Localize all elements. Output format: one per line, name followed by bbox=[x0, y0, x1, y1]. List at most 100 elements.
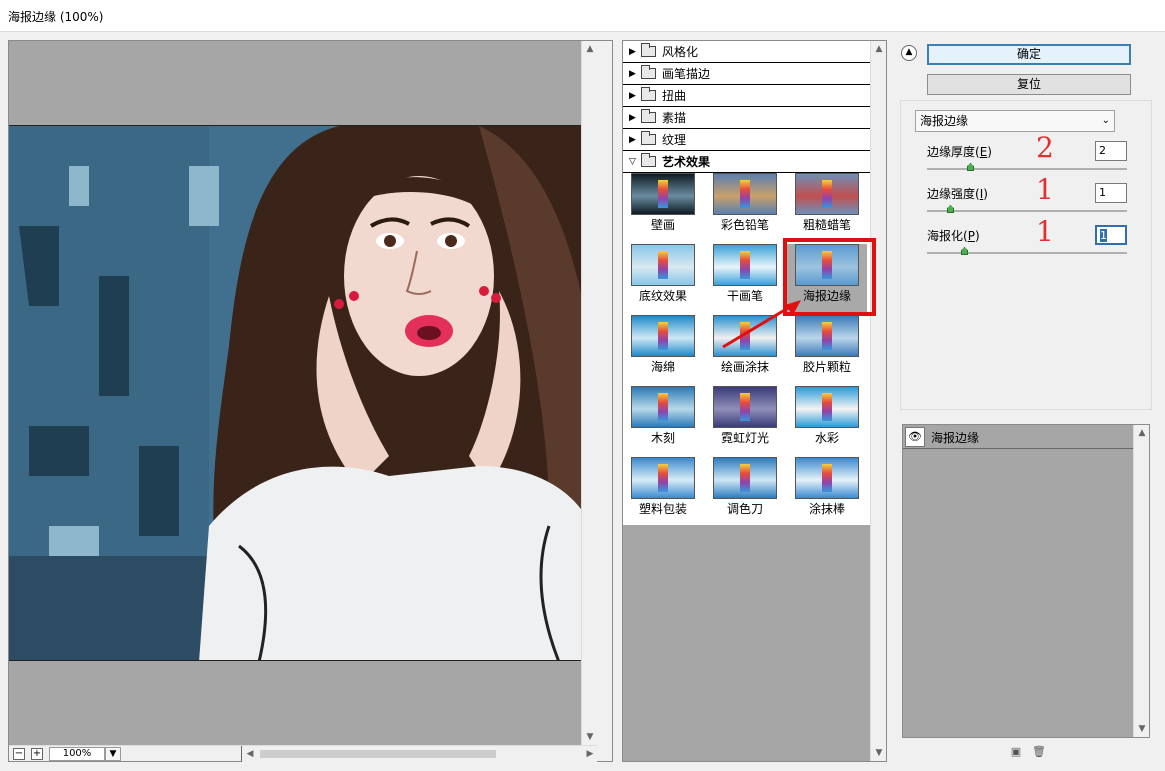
param-slider[interactable] bbox=[927, 247, 1127, 255]
folder-icon bbox=[641, 43, 656, 57]
filter-thumbnail[interactable]: 粗糙蜡笔 bbox=[787, 173, 867, 243]
scroll-down-icon[interactable]: ▼ bbox=[871, 745, 887, 761]
param-annotation: 2 bbox=[1036, 131, 1054, 164]
filter-thumbnail-label: 霓虹灯光 bbox=[720, 431, 769, 445]
param-annotation: 1 bbox=[1036, 215, 1054, 248]
param-label: 边缘强度(I) bbox=[927, 187, 988, 201]
filter-category[interactable]: ▽ 艺术效果 bbox=[623, 151, 871, 173]
folder-icon bbox=[641, 87, 656, 101]
new-layer-icon[interactable]: ▣ bbox=[1010, 746, 1022, 758]
filter-thumbnail[interactable]: 壁画 bbox=[623, 173, 703, 243]
filter-thumbnail-label: 海绵 bbox=[650, 360, 675, 374]
filter-thumbnail-label: 壁画 bbox=[650, 218, 675, 232]
filter-preview-image bbox=[631, 173, 695, 215]
effect-layer[interactable]: 👁 海报边缘 bbox=[903, 425, 1135, 449]
zoom-level[interactable]: 100% bbox=[49, 747, 105, 761]
filter-gallery: ▶ 风格化 ▶ 画笔描边 ▶ 扭曲 ▶ 素描 ▶ 纹理 ▽ 艺术效果 壁画 彩色铅笔 粗糙蜡笔 底纹效果 干画… bbox=[622, 40, 887, 762]
triangle-right-icon[interactable]: ▶ bbox=[629, 69, 641, 79]
param-input[interactable]: 2 bbox=[1095, 141, 1127, 161]
eye-icon[interactable]: 👁 bbox=[905, 427, 925, 447]
effect-layers-panel: 👁 海报边缘 ▲ ▼ bbox=[902, 424, 1150, 738]
triangle-right-icon[interactable]: ▶ bbox=[629, 113, 641, 123]
param-input[interactable]: 1 bbox=[1095, 225, 1127, 245]
filter-preview-image bbox=[713, 244, 777, 286]
filter-category[interactable]: ▶ 画笔描边 bbox=[623, 63, 871, 85]
filter-thumbnail-label: 塑料包装 bbox=[638, 502, 687, 516]
filter-category[interactable]: ▶ 扭曲 bbox=[623, 85, 871, 107]
filter-category[interactable]: ▶ 纹理 bbox=[623, 129, 871, 151]
filter-preview-image bbox=[631, 386, 695, 428]
zoom-in-button[interactable]: + bbox=[31, 748, 43, 760]
filter-thumbnail[interactable]: 霓虹灯光 bbox=[705, 386, 785, 456]
chevron-down-icon: ⌄ bbox=[1101, 115, 1110, 126]
filter-thumbnail[interactable]: 海绵 bbox=[623, 315, 703, 385]
preview-canvas[interactable]: ▲ ▼ bbox=[9, 41, 597, 745]
filter-preview-image bbox=[795, 386, 859, 428]
ok-button[interactable]: 确定 bbox=[927, 44, 1131, 65]
filter-thumbnail[interactable]: 涂抹棒 bbox=[787, 457, 867, 527]
filter-category[interactable]: ▶ 素描 bbox=[623, 107, 871, 129]
param-slider[interactable] bbox=[927, 163, 1127, 171]
filter-category[interactable]: ▶ 风格化 bbox=[623, 41, 871, 63]
param-label: 海报化(P) bbox=[927, 229, 980, 243]
collapse-icon[interactable]: ▲ bbox=[901, 45, 917, 61]
param-input[interactable]: 1 bbox=[1095, 183, 1127, 203]
filter-thumbnail-label: 粗糙蜡笔 bbox=[802, 218, 851, 232]
window-title: 海报边缘 (100%) bbox=[8, 10, 104, 24]
preview-hscroll[interactable]: ◀ ▶ bbox=[241, 746, 597, 762]
scroll-down-icon[interactable]: ▼ bbox=[582, 729, 597, 745]
filter-thumbnail[interactable]: 调色刀 bbox=[705, 457, 785, 527]
filter-category-label: 扭曲 bbox=[662, 89, 687, 103]
chevron-down-icon[interactable]: ▼ bbox=[105, 747, 121, 761]
layers-vscroll[interactable]: ▲ ▼ bbox=[1133, 425, 1149, 737]
folder-icon bbox=[641, 109, 656, 123]
triangle-right-icon[interactable]: ▶ bbox=[629, 47, 641, 57]
preview-vscroll[interactable]: ▲ ▼ bbox=[581, 41, 597, 745]
filter-thumbnail[interactable]: 彩色铅笔 bbox=[705, 173, 785, 243]
filter-preview-image bbox=[795, 457, 859, 499]
param-label: 边缘厚度(E) bbox=[927, 145, 992, 159]
filter-category-label: 风格化 bbox=[662, 45, 699, 59]
filter-thumbnail[interactable]: 塑料包装 bbox=[623, 457, 703, 527]
arrow-annotation-icon bbox=[722, 300, 801, 349]
preview-image bbox=[9, 125, 597, 661]
scroll-up-icon[interactable]: ▲ bbox=[871, 41, 887, 57]
filter-select[interactable]: 海报边缘 ⌄ bbox=[915, 110, 1115, 132]
reset-button[interactable]: 复位 bbox=[927, 74, 1131, 95]
hscroll-thumb[interactable] bbox=[260, 750, 496, 758]
filter-select-value: 海报边缘 bbox=[920, 114, 969, 128]
filter-preview-image bbox=[713, 386, 777, 428]
trash-icon[interactable]: 🗑 bbox=[1032, 746, 1046, 758]
preview-panel: ▲ ▼ − + 100% ▼ ◀ ▶ bbox=[8, 40, 613, 762]
filter-thumbnail-label: 涂抹棒 bbox=[808, 502, 845, 516]
filter-thumbnail-label: 底纹效果 bbox=[638, 289, 687, 303]
scroll-up-icon[interactable]: ▲ bbox=[582, 41, 597, 57]
scroll-right-icon[interactable]: ▶ bbox=[582, 746, 598, 762]
zoom-out-button[interactable]: − bbox=[13, 748, 25, 760]
filter-preview-image bbox=[631, 244, 695, 286]
scroll-down-icon[interactable]: ▼ bbox=[1134, 721, 1150, 737]
filter-thumbnail[interactable]: 水彩 bbox=[787, 386, 867, 456]
filter-thumbnail-label: 木刻 bbox=[650, 431, 675, 445]
zoom-bar: − + 100% ▼ ◀ ▶ bbox=[9, 745, 597, 762]
filter-preview-image bbox=[631, 315, 695, 357]
filter-thumbnail-label: 调色刀 bbox=[726, 502, 763, 516]
filter-thumbnail[interactable]: 木刻 bbox=[623, 386, 703, 456]
filter-thumbnail[interactable]: 底纹效果 bbox=[623, 244, 703, 314]
filter-category-label: 画笔描边 bbox=[662, 67, 711, 81]
param-slider[interactable] bbox=[927, 205, 1127, 213]
filter-preview-image bbox=[713, 457, 777, 499]
filter-category-label: 素描 bbox=[662, 111, 687, 125]
filter-vscroll[interactable]: ▲ ▼ bbox=[870, 41, 886, 761]
folder-icon bbox=[641, 65, 656, 79]
scroll-left-icon[interactable]: ◀ bbox=[242, 746, 258, 762]
title-bar: 海报边缘 (100%) bbox=[0, 0, 1165, 32]
filter-preview-image bbox=[631, 457, 695, 499]
param-annotation: 1 bbox=[1036, 173, 1054, 206]
folder-icon bbox=[641, 153, 656, 167]
triangle-right-icon[interactable]: ▶ bbox=[629, 91, 641, 101]
filter-preview-image bbox=[713, 173, 777, 215]
scroll-up-icon[interactable]: ▲ bbox=[1134, 425, 1150, 441]
triangle-right-icon[interactable]: ▶ bbox=[629, 135, 641, 145]
triangle-down-icon[interactable]: ▽ bbox=[629, 157, 641, 167]
